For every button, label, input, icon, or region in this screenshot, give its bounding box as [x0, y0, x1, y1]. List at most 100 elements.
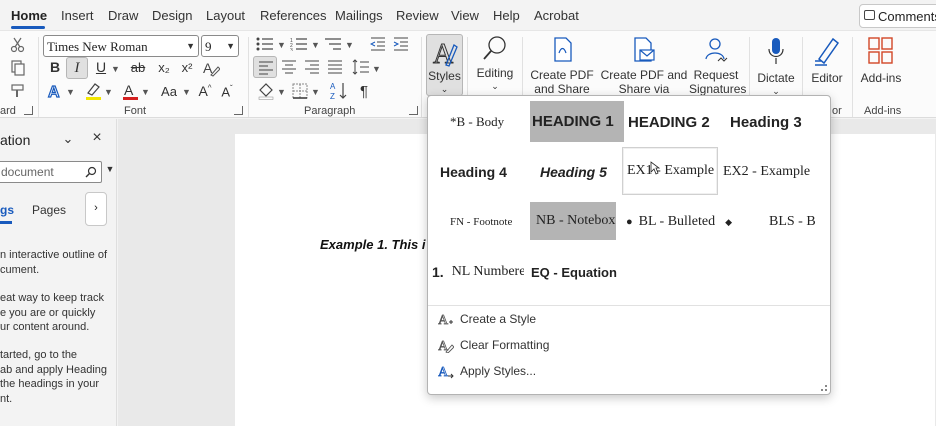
shrink-font-button[interactable]: Aˇ: [218, 84, 236, 99]
request-signatures-button[interactable]: Request Signatures: [689, 35, 746, 97]
tab-home[interactable]: Home: [11, 8, 47, 23]
chevron-down-icon[interactable]: ▼: [141, 87, 150, 97]
create-pdf-share-link-button[interactable]: Create PDF and Share link: [526, 35, 598, 110]
bullets-icon[interactable]: [256, 37, 274, 51]
grow-font-button[interactable]: A^: [196, 83, 214, 99]
nav-more-tabs-button[interactable]: ›: [85, 192, 107, 226]
dictate-button[interactable]: Dictate ⌄: [754, 35, 798, 97]
strikethrough-button[interactable]: ab: [126, 60, 150, 75]
styles-button[interactable]: A Styles ⌄: [426, 34, 463, 96]
subscript-button[interactable]: x₂: [154, 60, 174, 75]
tab-help[interactable]: Help: [493, 8, 520, 23]
align-left-button[interactable]: [253, 56, 277, 78]
nav-tab-headings[interactable]: gs: [0, 203, 14, 217]
tab-review[interactable]: Review: [396, 8, 439, 23]
editing-button[interactable]: Editing ⌄: [472, 35, 518, 97]
font-size-select[interactable]: 9 ▼: [201, 35, 239, 57]
cut-icon[interactable]: [10, 37, 26, 53]
chevron-down-icon[interactable]: ▼: [111, 64, 120, 74]
style-heading-3[interactable]: Heading 3: [730, 98, 826, 146]
close-icon[interactable]: ×: [89, 129, 105, 147]
style-heading-2[interactable]: HEADING 2: [626, 98, 720, 146]
highlighter-icon[interactable]: [84, 81, 102, 101]
font-launcher-icon[interactable]: [234, 106, 243, 115]
document-body-text[interactable]: Example 1. This i: [320, 237, 426, 252]
line-spacing-icon[interactable]: [352, 59, 370, 75]
bold-button[interactable]: B: [46, 59, 64, 75]
increase-indent-icon[interactable]: [393, 37, 409, 51]
style-body[interactable]: *B - Body: [436, 98, 530, 146]
chevron-down-icon[interactable]: ▼: [311, 87, 320, 97]
tab-acrobat[interactable]: Acrobat: [534, 8, 579, 23]
text-effects-icon[interactable]: A: [46, 82, 64, 100]
sort-icon[interactable]: AZ: [330, 81, 348, 101]
pane-options-chevron-icon[interactable]: ⌄: [60, 131, 76, 147]
chevron-down-icon[interactable]: ▼: [277, 40, 286, 50]
style-notebox[interactable]: NB - Notebox: [530, 202, 616, 240]
style-ex2-example[interactable]: EX2 - Example s: [723, 148, 811, 196]
font-color-icon[interactable]: A: [121, 81, 139, 101]
style-bulleted[interactable]: ● BL - Bulleted ◆: [626, 198, 736, 246]
font-name-select[interactable]: Times New Roman ▼: [43, 35, 199, 57]
chevron-down-icon[interactable]: ▼: [311, 40, 320, 50]
chevron-down-icon[interactable]: ▼: [182, 87, 191, 97]
create-style-menu-item[interactable]: A Create a Style: [438, 311, 536, 327]
tab-references[interactable]: References: [260, 8, 326, 23]
pdf-outlook-label-line1: Create PDF and: [600, 68, 688, 82]
multilevel-list-icon[interactable]: [324, 37, 342, 51]
svg-text:3: 3: [290, 48, 293, 51]
justify-icon[interactable]: [327, 60, 343, 74]
style-bls[interactable]: BLS - B: [769, 198, 829, 246]
tab-layout[interactable]: Layout: [206, 8, 245, 23]
clear-formatting-icon[interactable]: A: [202, 59, 220, 77]
style-equation[interactable]: EQ - Equation: [531, 248, 627, 296]
show-formatting-marks-icon[interactable]: ¶: [356, 83, 372, 100]
paragraph-launcher-icon[interactable]: [409, 106, 418, 115]
chevron-down-icon[interactable]: ▼: [104, 164, 116, 174]
style-heading-5[interactable]: Heading 5: [540, 148, 634, 196]
style-numbered-list[interactable]: 1. NL Numbere: [432, 248, 524, 296]
chevron-down-icon[interactable]: ▼: [345, 40, 354, 50]
underline-button[interactable]: U: [92, 59, 110, 75]
align-right-icon[interactable]: [304, 60, 320, 74]
add-ins-label: Add-ins: [860, 71, 902, 85]
microphone-icon: [768, 38, 784, 64]
numbering-icon[interactable]: 1 2 3: [290, 37, 308, 51]
superscript-button[interactable]: x²: [177, 60, 197, 75]
resize-grip-icon[interactable]: [821, 385, 827, 391]
tab-design[interactable]: Design: [152, 8, 192, 23]
borders-icon[interactable]: [292, 83, 308, 99]
navigation-search-input[interactable]: document: [0, 161, 102, 183]
add-ins-button[interactable]: Add-ins: [858, 35, 904, 97]
italic-button[interactable]: I: [66, 57, 88, 79]
clipboard-launcher-icon[interactable]: [24, 106, 33, 115]
chevron-down-icon[interactable]: ▼: [372, 64, 381, 74]
style-heading-1[interactable]: HEADING 1: [530, 101, 624, 142]
apply-styles-menu-item[interactable]: A Apply Styles...: [438, 363, 536, 379]
format-painter-icon[interactable]: [10, 83, 26, 99]
search-icon[interactable]: [85, 166, 97, 178]
nav-tab-pages[interactable]: Pages: [32, 203, 66, 217]
style-ex1-example[interactable]: EX1 - Example 1: [622, 147, 718, 195]
tab-view[interactable]: View: [451, 8, 479, 23]
align-center-icon[interactable]: [281, 60, 297, 74]
create-pdf-outlook-button[interactable]: Create PDF and Share via Outlook: [599, 35, 689, 110]
clear-formatting-menu-item[interactable]: A Clear Formatting: [438, 337, 549, 353]
change-case-button[interactable]: Aa: [158, 84, 180, 99]
editor-button[interactable]: Editor: [806, 35, 848, 97]
magnifier-icon: [483, 36, 506, 60]
tab-draw[interactable]: Draw: [108, 8, 138, 23]
copy-icon[interactable]: [10, 60, 26, 76]
style-heading-4[interactable]: Heading 4: [440, 148, 534, 196]
navigation-pane: ation ⌄ × document ▼ gs Pages › n intera…: [0, 119, 117, 426]
comment-icon: [864, 10, 875, 20]
chevron-down-icon[interactable]: ▼: [277, 87, 286, 97]
tab-mailings[interactable]: Mailings: [335, 8, 383, 23]
decrease-indent-icon[interactable]: [370, 37, 386, 51]
chevron-down-icon[interactable]: ▼: [104, 87, 113, 97]
group-label-partial: or: [832, 105, 842, 117]
shading-icon[interactable]: [257, 82, 275, 100]
tab-insert[interactable]: Insert: [61, 8, 94, 23]
chevron-down-icon[interactable]: ▼: [66, 87, 75, 97]
comments-button[interactable]: Comments: [859, 4, 936, 28]
